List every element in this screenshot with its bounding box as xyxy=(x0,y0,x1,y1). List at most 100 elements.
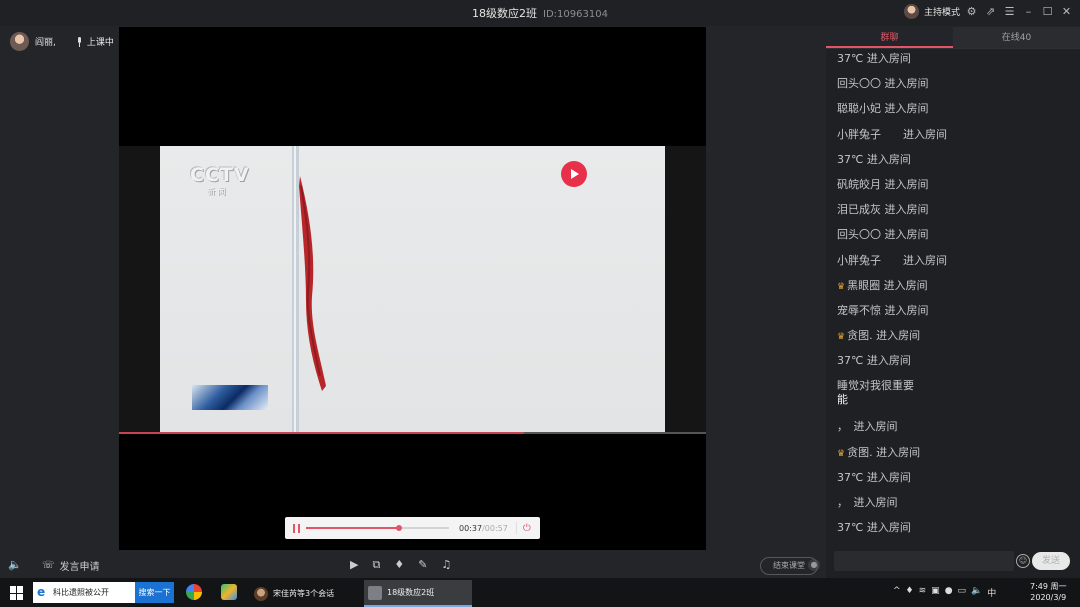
chat-input[interactable] xyxy=(834,551,1014,571)
panel-tabs: 群聊 在线40 xyxy=(826,27,1080,49)
camera-icon[interactable]: ▶ xyxy=(350,558,358,572)
chat-message: 回头〇〇 进入房间 xyxy=(837,77,1072,102)
apply-speak-label: 发言申请 xyxy=(59,562,100,573)
tab-online[interactable]: 在线40 xyxy=(953,27,1080,48)
phone-icon: ☏ xyxy=(42,560,55,571)
chat-message: 矾皖皎月 进入房间 xyxy=(837,178,1072,203)
clock-time: 7:49 周一 xyxy=(1030,582,1067,591)
vip-badge-icon: ♛ xyxy=(837,332,846,343)
bottom-toolbar: 🔈 ☏ 发言申请 ▶ ⧉ ♦ ✎ ♫ 结束课堂 xyxy=(0,552,826,578)
chat-message: ♛ 贪图. 进入房间 xyxy=(837,446,1072,471)
chrome-icon[interactable] xyxy=(186,584,202,600)
teacher-status: 上课中 xyxy=(76,35,114,48)
taskbar-app-chat[interactable]: 宋佳芮等3个会话 xyxy=(250,580,355,607)
chat-message-text: 聪聪小妃 进入房间 xyxy=(837,102,929,116)
chat-message-text: 37℃ 进入房间 xyxy=(837,52,911,65)
tray-app-icon[interactable]: ♦ xyxy=(906,586,914,599)
taskbar-app-classroom[interactable]: 18级数应2班 xyxy=(364,580,472,607)
windows-taskbar: e 科比遗照被公开 搜索一下 宋佳芮等3个会话 18级数应2班 ^ ♦ ≋ ▣ … xyxy=(0,578,1080,607)
chat-message-text: 矾皖皎月 进入房间 xyxy=(837,177,929,191)
status-label: 上课中 xyxy=(86,38,114,48)
chat-input-row: ☺ 发送 xyxy=(834,551,1074,573)
chat-message-text: 泪已成灰 进入房间 xyxy=(837,203,929,217)
settings-icon[interactable]: ⚙ xyxy=(965,5,978,18)
taskbar-app-chat-label: 宋佳芮等3个会话 xyxy=(273,589,335,598)
close-icon[interactable]: ✕ xyxy=(1060,5,1073,18)
title-bar: 18级数应2班 ID:10963104 主持模式 ⚙ ⇗ ☰ – ☐ ✕ xyxy=(0,0,1080,26)
chat-message-text: 贪图. 进入房间 xyxy=(847,329,921,343)
microphone-toggle-icon[interactable]: ♦ xyxy=(394,558,404,572)
tab-group-chat[interactable]: 群聊 xyxy=(826,27,953,48)
playback-slider[interactable] xyxy=(306,525,449,531)
video-progress-fill xyxy=(119,432,525,434)
chat-message-text: 37℃ 进入房间 xyxy=(837,354,911,368)
clock-date: 2020/3/9 xyxy=(1030,593,1067,602)
taskbar-search-input[interactable]: e 科比遗照被公开 xyxy=(33,582,135,603)
video-frame[interactable]: CCTV 新 闻 xyxy=(160,146,665,432)
speaker-icon[interactable]: 🔈 xyxy=(8,558,22,571)
chat-avatar-icon xyxy=(254,586,268,601)
teacher-info: 阎丽, 上课中 xyxy=(10,32,114,51)
chat-message-text: ， 进入房间 xyxy=(837,420,898,434)
chat-message-text: 37℃ 进入房间 xyxy=(837,470,911,484)
room-id: ID:10963104 xyxy=(543,9,608,20)
network-icon[interactable]: ≋ xyxy=(919,586,927,599)
user-avatar xyxy=(904,4,919,19)
emoji-icon[interactable]: ☺ xyxy=(1016,554,1030,568)
ime-indicator[interactable]: 中 xyxy=(987,586,996,599)
playback-fill xyxy=(306,527,399,529)
playback-knob[interactable] xyxy=(395,525,402,531)
minimize-icon[interactable]: – xyxy=(1022,5,1035,18)
teacher-avatar xyxy=(10,32,29,51)
chat-message: 回头〇〇 进入房间 xyxy=(837,228,1072,253)
host-mode-label: 主持模式 xyxy=(924,8,961,18)
chat-message-text: 贪图. 进入房间 xyxy=(847,445,921,459)
chat-message: 37℃ 进入房间 xyxy=(837,153,1072,178)
vip-badge-icon: ♛ xyxy=(837,448,846,459)
host-mode-button[interactable]: 主持模式 xyxy=(904,4,960,19)
chat-message: 37℃ 进入房间 xyxy=(837,354,1072,379)
ie-icon: e xyxy=(37,585,46,599)
cctv-channel: 新 闻 xyxy=(207,187,226,196)
tool-buttons: ▶ ⧉ ♦ ✎ ♫ xyxy=(350,558,451,572)
video-progress[interactable] xyxy=(119,432,706,434)
tray-expand-icon[interactable]: ^ xyxy=(893,586,901,599)
play-logo-icon xyxy=(561,161,587,187)
taskbar-search-button[interactable]: 搜索一下 xyxy=(135,582,174,603)
menu-icon[interactable]: ☰ xyxy=(1003,5,1016,18)
video-player-icon[interactable] xyxy=(221,584,237,600)
cctv-logo: CCTV xyxy=(190,164,250,186)
window-controls: ⚙ ⇗ ☰ – ☐ ✕ xyxy=(965,5,1073,18)
volume-icon[interactable]: 🔈 xyxy=(971,586,982,599)
chat-message: ♛ 贪图. 进入房间 xyxy=(837,329,1072,354)
pause-icon[interactable] xyxy=(293,523,300,533)
classroom-app-icon xyxy=(368,585,382,600)
chat-message: 37℃ 进入房间 xyxy=(837,521,1072,546)
news-thumbnail xyxy=(192,385,268,410)
chat-message-sender: 睡觉对我很重要 xyxy=(837,379,914,393)
send-button[interactable]: 发送 xyxy=(1032,552,1070,570)
taskbar-app-classroom-label: 18级数应2班 xyxy=(387,588,435,597)
music-icon[interactable]: ♫ xyxy=(441,558,451,572)
chat-panel: 群聊 在线40 37℃ 进入房间 回头〇〇 进入房间 聪聪小妃 进入房间 小胖兔子 进… xyxy=(826,27,1080,578)
screen-share-icon[interactable]: ⧉ xyxy=(372,558,380,572)
class-name: 18级数应2班 xyxy=(472,7,538,20)
windows-start-icon[interactable] xyxy=(10,586,24,600)
apply-speak-button[interactable]: ☏ 发言申请 xyxy=(42,558,100,573)
chat-message-text: 37℃ 进入房间 xyxy=(837,521,911,535)
system-clock[interactable]: 7:49 周一 2020/3/9 xyxy=(1030,581,1067,603)
share-icon[interactable]: ⇗ xyxy=(984,5,997,18)
maximize-icon[interactable]: ☐ xyxy=(1041,5,1054,18)
system-tray: ^ ♦ ≋ ▣ ● ▭ 🔈 中 xyxy=(893,586,996,599)
chat-message-content: 能 xyxy=(837,393,848,407)
end-class-button[interactable]: 结束课堂 xyxy=(760,557,818,575)
chat-message: 37℃ 进入房间 xyxy=(837,52,1072,77)
security-icon[interactable]: ▣ xyxy=(931,586,940,599)
chat-message: 37℃ 进入房间 xyxy=(837,471,1072,496)
chat-message: ♛ 黑眼圈 进入房间 xyxy=(837,279,1072,304)
battery-icon[interactable]: ▭ xyxy=(958,586,967,599)
whiteboard-icon[interactable]: ✎ xyxy=(418,558,427,572)
wechat-icon[interactable]: ● xyxy=(945,586,953,599)
power-icon[interactable]: ⏻ xyxy=(523,523,531,534)
teacher-name: 阎丽, xyxy=(35,38,56,48)
